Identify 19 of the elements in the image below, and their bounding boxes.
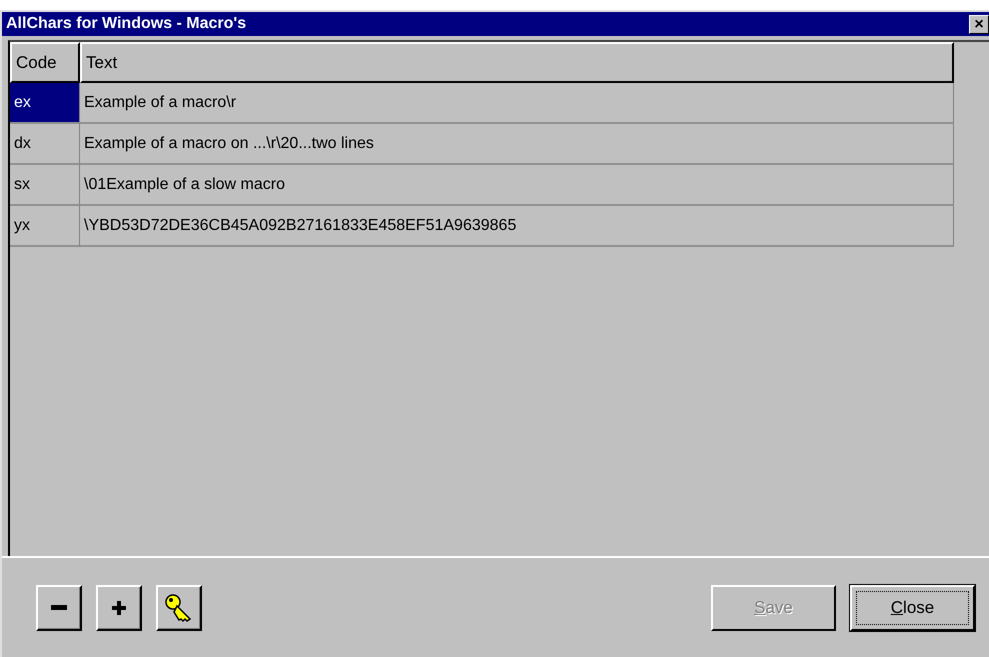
window-title: AllChars for Windows - Macro's bbox=[6, 15, 246, 33]
minus-button[interactable] bbox=[36, 584, 82, 630]
table-cell[interactable]: \YBD53D72DE36CB45A092B27161833E458EF51A9639865 bbox=[80, 206, 954, 247]
plus-button[interactable] bbox=[96, 584, 142, 630]
key-button[interactable] bbox=[156, 584, 202, 630]
dialog-button[interactable]: Close bbox=[850, 584, 975, 630]
table-cell[interactable]: sx bbox=[10, 165, 80, 206]
close-button[interactable]: × bbox=[969, 14, 989, 34]
table-cell[interactable]: \01Example of a slow macro bbox=[80, 165, 954, 206]
column-header[interactable]: Code bbox=[10, 42, 80, 83]
column-header[interactable]: Text bbox=[80, 42, 954, 83]
table-cell[interactable]: dx bbox=[10, 124, 80, 165]
table-cell[interactable]: yx bbox=[10, 206, 80, 247]
table-cell[interactable]: Example of a macro on ...\r\20...two lines bbox=[80, 124, 954, 165]
table-cell[interactable]: ex bbox=[10, 83, 80, 124]
plus-icon bbox=[112, 600, 126, 614]
key-icon bbox=[164, 592, 194, 622]
minus-icon bbox=[51, 605, 67, 610]
table-cell[interactable]: Example of a macro\r bbox=[80, 83, 954, 124]
